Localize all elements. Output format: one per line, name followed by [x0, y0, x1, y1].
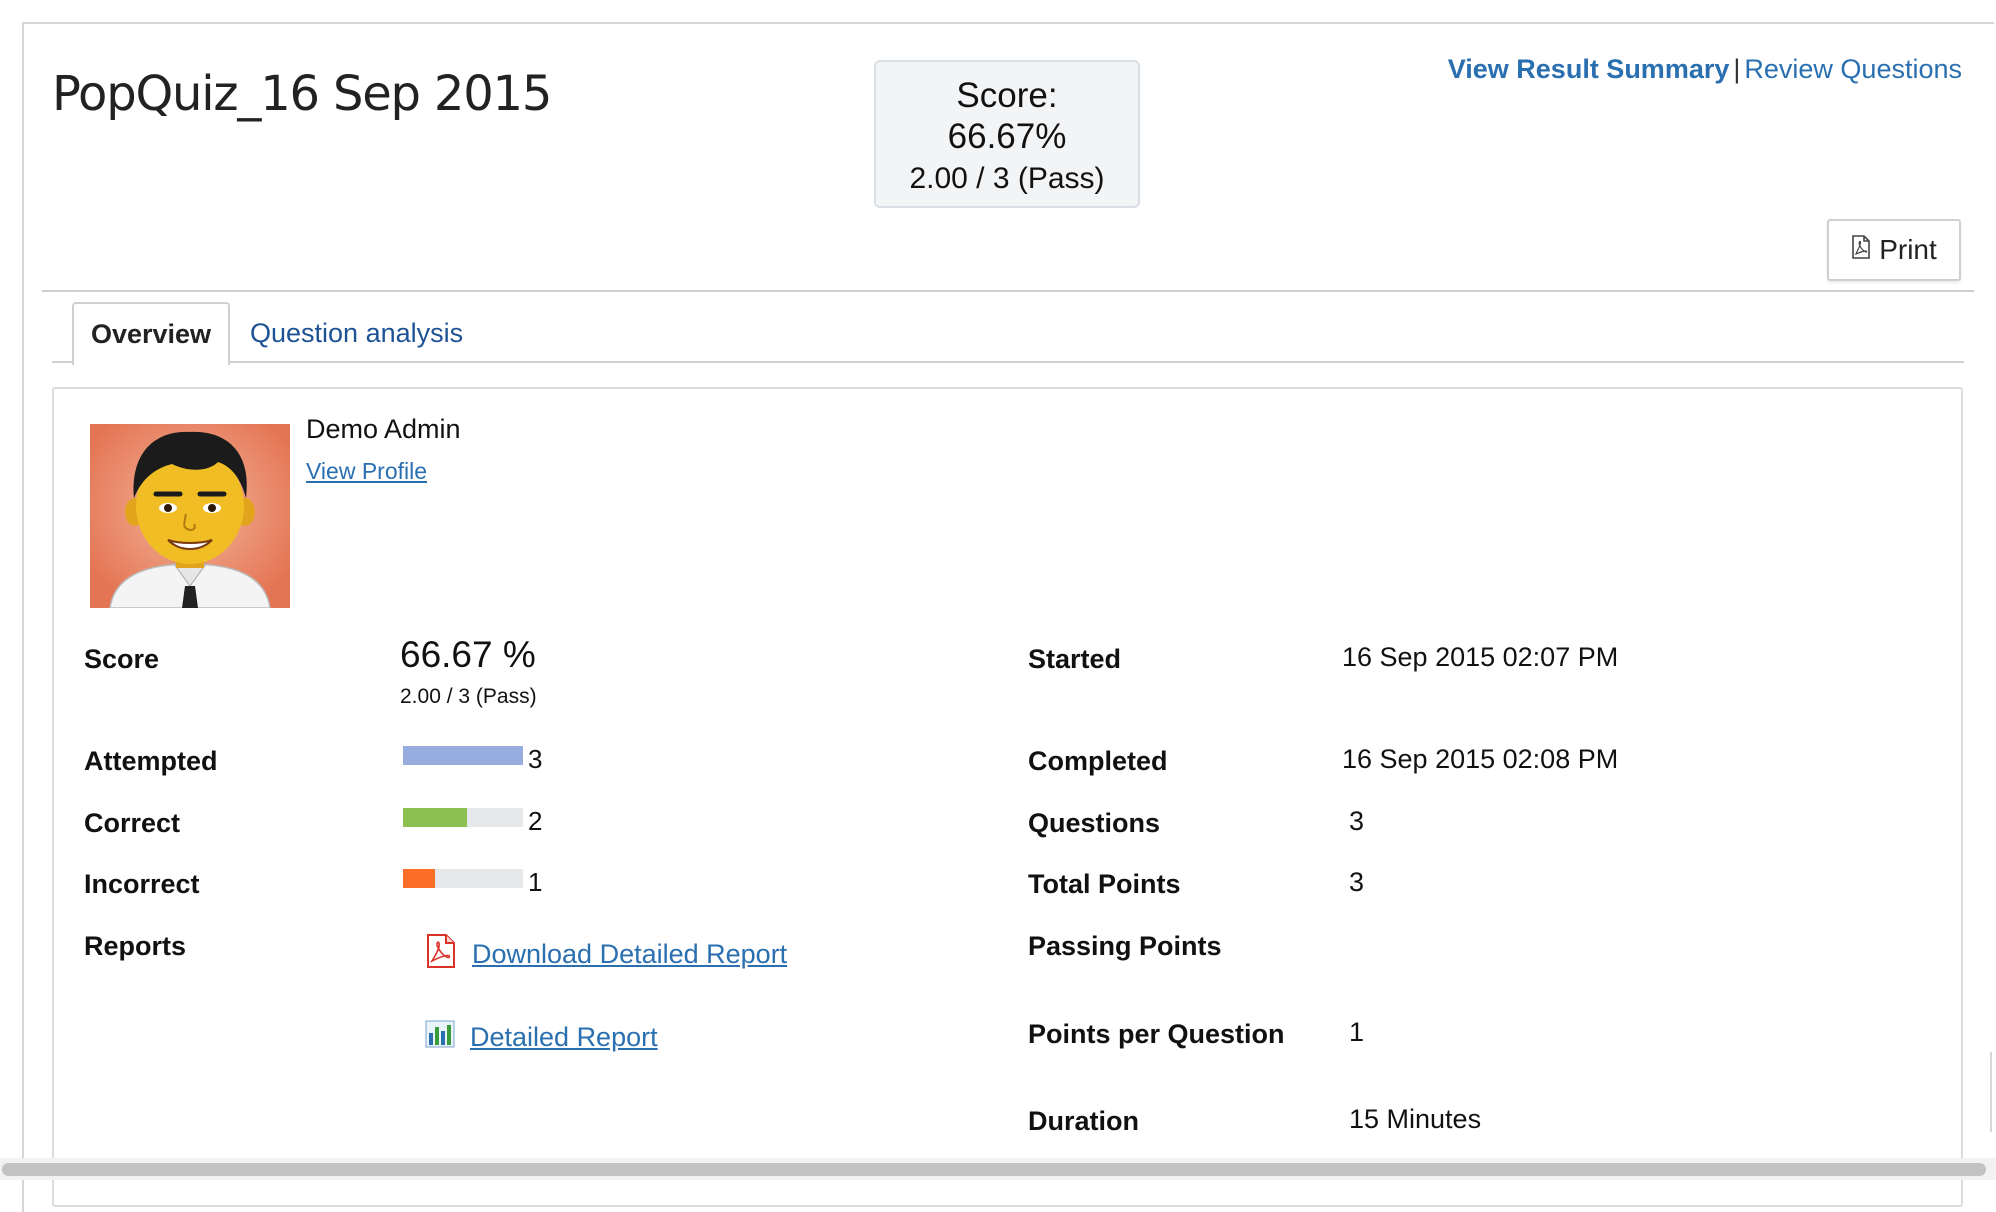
- attempted-bar: [403, 746, 523, 765]
- passing-points-label: Passing Points: [1028, 931, 1222, 961]
- bar-chart-icon: [424, 1019, 456, 1056]
- tab-overview[interactable]: Overview: [72, 302, 230, 365]
- header-links: View Result Summary | Review Questions: [1448, 54, 1962, 85]
- correct-count: 2: [528, 806, 543, 836]
- score-box-detail: 2.00 / 3 (Pass): [909, 162, 1105, 195]
- user-avatar: [90, 424, 290, 609]
- detailed-report-link[interactable]: Detailed Report: [424, 1019, 658, 1056]
- completed-label: Completed: [1028, 746, 1168, 776]
- tab-bar-rule: [52, 361, 1964, 363]
- review-questions-link[interactable]: Review Questions: [1744, 54, 1962, 84]
- incorrect-bar: [403, 869, 523, 888]
- detailed-report-label: Detailed Report: [470, 1022, 658, 1052]
- print-button[interactable]: Print: [1827, 219, 1961, 281]
- incorrect-count: 1: [528, 867, 543, 897]
- header-divider: [42, 290, 1974, 292]
- started-label: Started: [1028, 644, 1122, 674]
- correct-bar-fill: [403, 808, 467, 827]
- view-profile-link[interactable]: View Profile: [306, 458, 427, 485]
- horizontal-scrollbar-thumb[interactable]: [2, 1163, 1986, 1176]
- download-detailed-report-link[interactable]: Download Detailed Report: [424, 933, 787, 976]
- pdf-icon: [1851, 234, 1871, 266]
- points-per-question-value: 1: [1349, 1017, 1365, 1047]
- total-points-value: 3: [1349, 867, 1365, 897]
- panel-edge-mark: [1990, 1052, 1996, 1132]
- score-summary-box: Score: 66.67% 2.00 / 3 (Pass): [874, 60, 1140, 208]
- score-box-label: Score:: [956, 76, 1058, 115]
- tab-question-analysis[interactable]: Question analysis: [250, 318, 463, 349]
- score-box-percent: 66.67%: [947, 117, 1067, 156]
- completed-value: 16 Sep 2015 02:08 PM: [1342, 744, 1619, 774]
- correct-bar: [403, 808, 523, 827]
- score-label: Score: [84, 644, 160, 674]
- questions-value: 3: [1349, 806, 1365, 836]
- started-value: 16 Sep 2015 02:07 PM: [1342, 642, 1619, 672]
- score-percent: 66.67 %: [400, 634, 536, 675]
- overview-panel: [52, 387, 1963, 1207]
- points-per-question-label: Points per Question: [1028, 1019, 1285, 1049]
- total-points-label: Total Points: [1028, 869, 1181, 899]
- download-detailed-report-label: Download Detailed Report: [472, 939, 788, 969]
- attempted-bar-fill: [403, 746, 523, 765]
- duration-value: 15 Minutes: [1349, 1104, 1482, 1134]
- quiz-title: PopQuiz_16 Sep 2015: [52, 66, 552, 122]
- incorrect-label: Incorrect: [84, 869, 200, 899]
- score-detail: 2.00 / 3 (Pass): [400, 685, 537, 708]
- questions-label: Questions: [1028, 808, 1161, 838]
- view-result-summary-link[interactable]: View Result Summary: [1448, 54, 1730, 84]
- print-label: Print: [1879, 234, 1937, 265]
- pdf-file-icon: [424, 933, 458, 976]
- link-separator: |: [1733, 54, 1741, 84]
- incorrect-bar-fill: [403, 869, 435, 888]
- attempted-count: 3: [528, 744, 543, 774]
- duration-label: Duration: [1028, 1106, 1139, 1136]
- reports-label: Reports: [84, 931, 187, 961]
- correct-label: Correct: [84, 808, 181, 838]
- attempted-label: Attempted: [84, 746, 218, 776]
- user-name: Demo Admin: [306, 414, 461, 444]
